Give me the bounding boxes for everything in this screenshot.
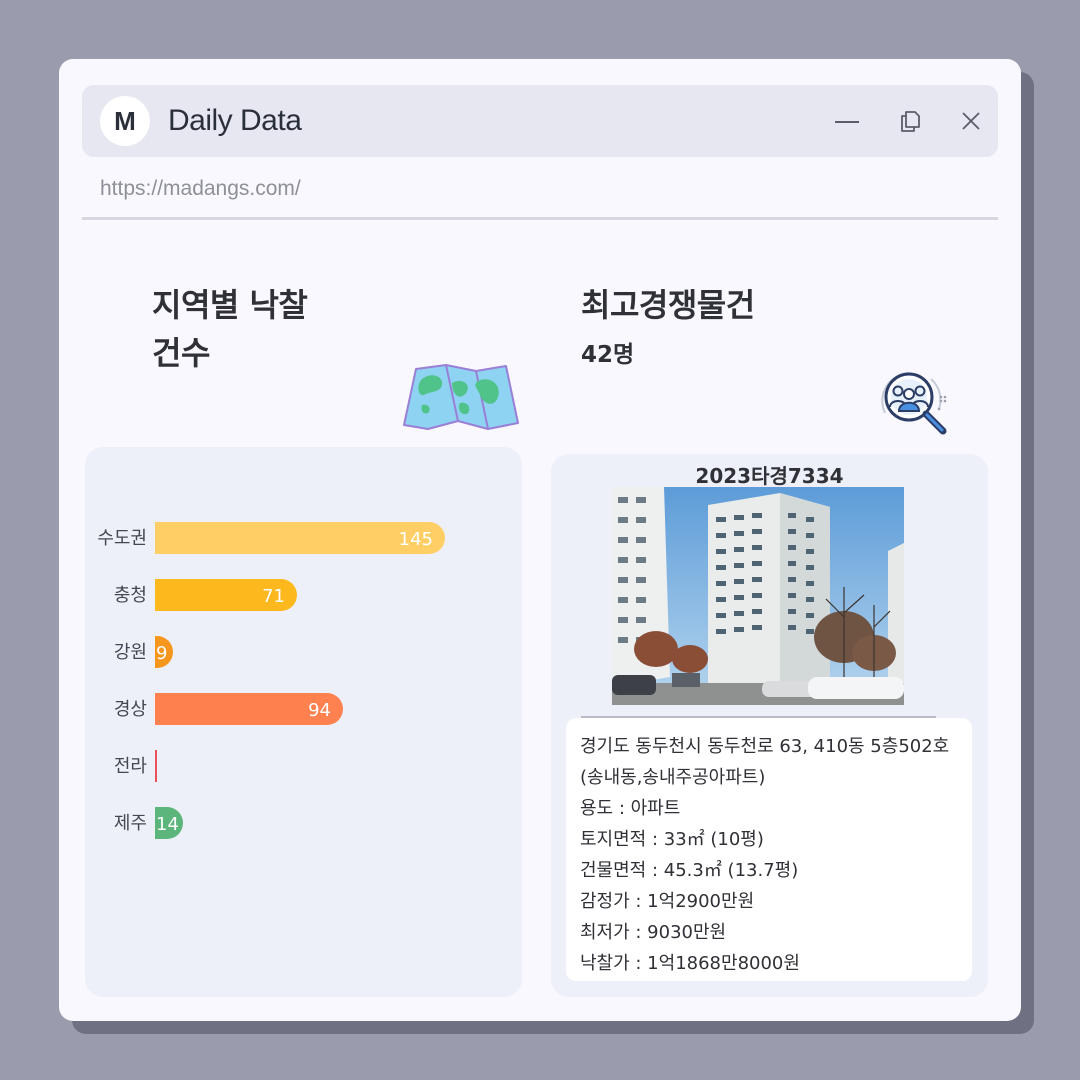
restore-icon: [901, 111, 920, 132]
bar-label-3: 경상: [114, 699, 147, 720]
property-details: 경기도 동두천시 동두천로 63, 410동 5층502호 (송내동,송내주공아…: [566, 718, 972, 981]
regional-title-line1: 지역별 낙찰: [152, 286, 308, 324]
map-icon: [403, 364, 519, 430]
bar-4: [155, 750, 157, 782]
restore-button[interactable]: [892, 103, 928, 139]
detail-address: 경기도 동두천시 동두천로 63, 410동 5층502호: [580, 736, 950, 757]
title-bar: M Daily Data: [82, 85, 998, 157]
detail-land-area: 토지면적 : 33㎡ (10평): [580, 829, 764, 850]
app-window: M Daily Data https://madangs.com/ 지역별 낙찰…: [59, 59, 1021, 1021]
address-divider: [82, 217, 998, 220]
close-button[interactable]: [953, 103, 989, 139]
detail-winning-price: 낙찰가 : 1억1868만8000원: [580, 953, 800, 974]
regional-bar-chart: 수도권 145 충청 71 강원 9 경상 94 전라제주 14: [97, 522, 445, 839]
minimize-icon: [835, 121, 859, 123]
bar-value-5: 14: [156, 814, 179, 835]
property-card: 2023타경7334 경기도 동두천시 동두천로 63, 410동 5층502호…: [551, 454, 988, 997]
close-icon: [962, 112, 980, 130]
competition-title: 최고경쟁물건: [581, 286, 755, 324]
bar-value-1: 71: [262, 586, 285, 607]
address-bar[interactable]: https://madangs.com/: [100, 177, 301, 201]
regional-title-line2: 건수: [152, 334, 210, 372]
detail-appraisal-price: 감정가 : 1억2900만원: [580, 891, 755, 912]
bar-label-2: 강원: [114, 642, 147, 663]
detail-minimum-price: 최저가 : 9030만원: [580, 922, 727, 943]
minimize-button[interactable]: [829, 103, 865, 139]
bar-label-0: 수도권: [97, 528, 147, 549]
regional-title: 지역별 낙찰 건수: [152, 281, 308, 377]
bar-value-2: 9: [156, 643, 167, 664]
bar-label-5: 제주: [114, 813, 147, 834]
bar-value-0: 145: [399, 529, 433, 550]
competition-count: 42명: [581, 342, 635, 368]
detail-address-sub: (송내동,송내주공아파트): [580, 767, 766, 788]
detail-building-area: 건물면적 : 45.3㎡ (13.7평): [580, 860, 799, 881]
property-photo: [612, 487, 904, 705]
detail-usage: 용도 : 아파트: [580, 798, 681, 819]
people-search-icon: [881, 372, 947, 435]
bar-label-4: 전라: [114, 756, 148, 777]
regional-chart-panel: 수도권 145 충청 71 강원 9 경상 94 전라제주 14: [85, 447, 522, 997]
app-title: Daily Data: [168, 104, 302, 137]
bar-label-1: 충청: [114, 585, 147, 606]
case-id: 2023타경7334: [695, 464, 844, 488]
bar-value-3: 94: [308, 700, 331, 721]
logo-icon: M: [100, 96, 150, 146]
